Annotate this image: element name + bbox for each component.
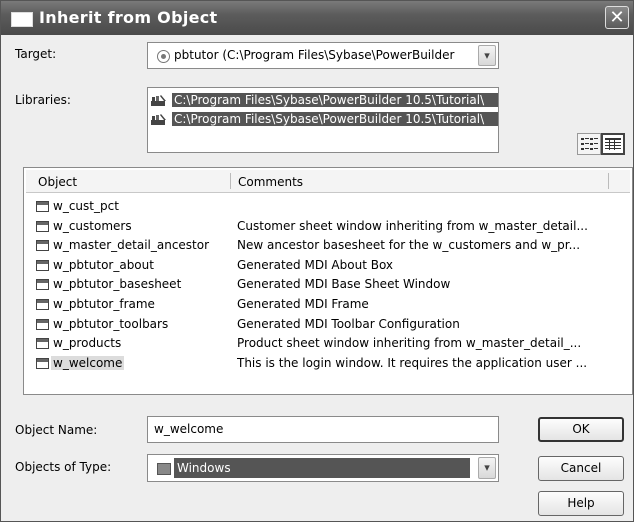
object-name: w_master_detail_ancestor (53, 238, 210, 253)
list-view-button[interactable] (577, 133, 601, 155)
library-item[interactable]: C:\Program Files\Sybase\PowerBuilder 10.… (148, 111, 498, 128)
object-name: w_products (53, 336, 122, 351)
object-name: w_welcome (51, 355, 125, 370)
list-view-icon (581, 138, 598, 150)
list-item[interactable]: w_products Product sheet window inheritin… (28, 335, 628, 354)
column-header-object[interactable]: Object (38, 175, 77, 189)
object-name: w_cust_pct (53, 199, 119, 213)
list-item[interactable]: w_master_detail_ancestor New ancestor bas… (28, 237, 628, 256)
cancel-button[interactable]: Cancel (538, 456, 624, 481)
close-button[interactable]: ✕ (605, 6, 629, 29)
object-comment: Generated MDI Frame (237, 297, 369, 311)
object-name-value: w_welcome (154, 422, 224, 436)
object-comment: This is the login window. It requires th… (237, 355, 588, 370)
object-name: w_pbtutor_basesheet (53, 277, 182, 292)
object-name: w_pbtutor_about (53, 257, 154, 272)
details-view-button[interactable] (601, 133, 625, 155)
object-name: w_customers (53, 218, 132, 233)
object-type-dropdown[interactable]: Windows ▾ (147, 454, 499, 482)
list-item[interactable]: w_pbtutor_toolbars Generated MDI Toolbar … (28, 316, 628, 335)
radio-target-icon (157, 50, 170, 63)
dialog-title: Inherit from Object (39, 8, 218, 27)
window-object-icon (36, 201, 49, 212)
window-object-icon (36, 338, 49, 350)
list-item[interactable]: w_pbtutor_basesheet Generated MDI Base Sh… (28, 276, 628, 295)
window-object-icon (36, 357, 49, 369)
details-view-icon (605, 138, 621, 150)
list-item[interactable]: w_customers Customer sheet window inherit… (28, 218, 628, 237)
library-path: C:\Program Files\Sybase\PowerBuilder 10.… (172, 93, 498, 107)
list-item[interactable]: w_pbtutor_frame Generated MDI Frame (28, 296, 628, 315)
library-path: C:\Program Files\Sybase\PowerBuilder 10.… (172, 112, 498, 126)
ok-button[interactable]: OK (538, 417, 624, 442)
object-comment: Generated MDI About Box (237, 257, 394, 272)
inherit-dialog: Inherit from Object ✕ Target: pbtutor (C… (0, 0, 634, 522)
column-divider[interactable] (608, 173, 609, 189)
list-header: Object Comments (26, 170, 630, 193)
object-name: w_pbtutor_frame (53, 297, 155, 311)
list-item[interactable]: w_welcome This is the login window. It re… (28, 355, 628, 374)
target-dropdown[interactable]: pbtutor (C:\Program Files\Sybase\PowerBu… (147, 42, 499, 69)
object-comment: Product sheet window inheriting from w_m… (237, 336, 582, 351)
window-type-icon (157, 463, 171, 475)
window-object-icon (36, 220, 49, 232)
object-comment: Generated MDI Toolbar Configuration (237, 316, 460, 331)
list-item[interactable]: w_pbtutor_about Generated MDI About Box (28, 257, 628, 276)
window-object-icon (36, 279, 49, 291)
column-divider[interactable] (230, 173, 231, 189)
object-name: w_pbtutor_toolbars (53, 316, 169, 331)
object-list[interactable]: Object Comments w_cust_pct w_customers Cus… (23, 167, 633, 395)
chevron-down-icon[interactable]: ▾ (478, 45, 496, 66)
window-object-icon (36, 318, 49, 330)
help-button[interactable]: Help (538, 491, 624, 516)
object-comment: Customer sheet window inheriting from w_… (237, 218, 588, 233)
libraries-list[interactable]: C:\Program Files\Sybase\PowerBuilder 10.… (147, 87, 499, 153)
window-object-icon (36, 240, 49, 252)
column-header-comments[interactable]: Comments (238, 175, 303, 189)
window-object-icon (36, 259, 49, 271)
list-item[interactable]: w_cust_pct (28, 198, 628, 217)
object-comment: Generated MDI Base Sheet Window (237, 277, 451, 292)
library-icon (151, 95, 166, 106)
library-item[interactable]: C:\Program Files\Sybase\PowerBuilder 10.… (148, 92, 498, 109)
object-comment: New ancestor basesheet for the w_custome… (237, 238, 581, 253)
library-icon (151, 114, 166, 125)
libraries-label: Libraries: (15, 93, 71, 107)
chevron-down-icon[interactable]: ▾ (478, 457, 496, 479)
target-value: pbtutor (C:\Program Files\Sybase\PowerBu… (174, 48, 455, 62)
object-name-label: Object Name: (15, 423, 98, 437)
object-name-field[interactable]: w_welcome (147, 416, 499, 443)
object-type-label: Objects of Type: (15, 460, 112, 474)
window-icon (11, 12, 33, 27)
window-object-icon (36, 299, 49, 310)
title-bar: Inherit from Object ✕ (1, 1, 633, 35)
object-type-value: Windows (174, 458, 470, 478)
target-label: Target: (15, 47, 57, 61)
